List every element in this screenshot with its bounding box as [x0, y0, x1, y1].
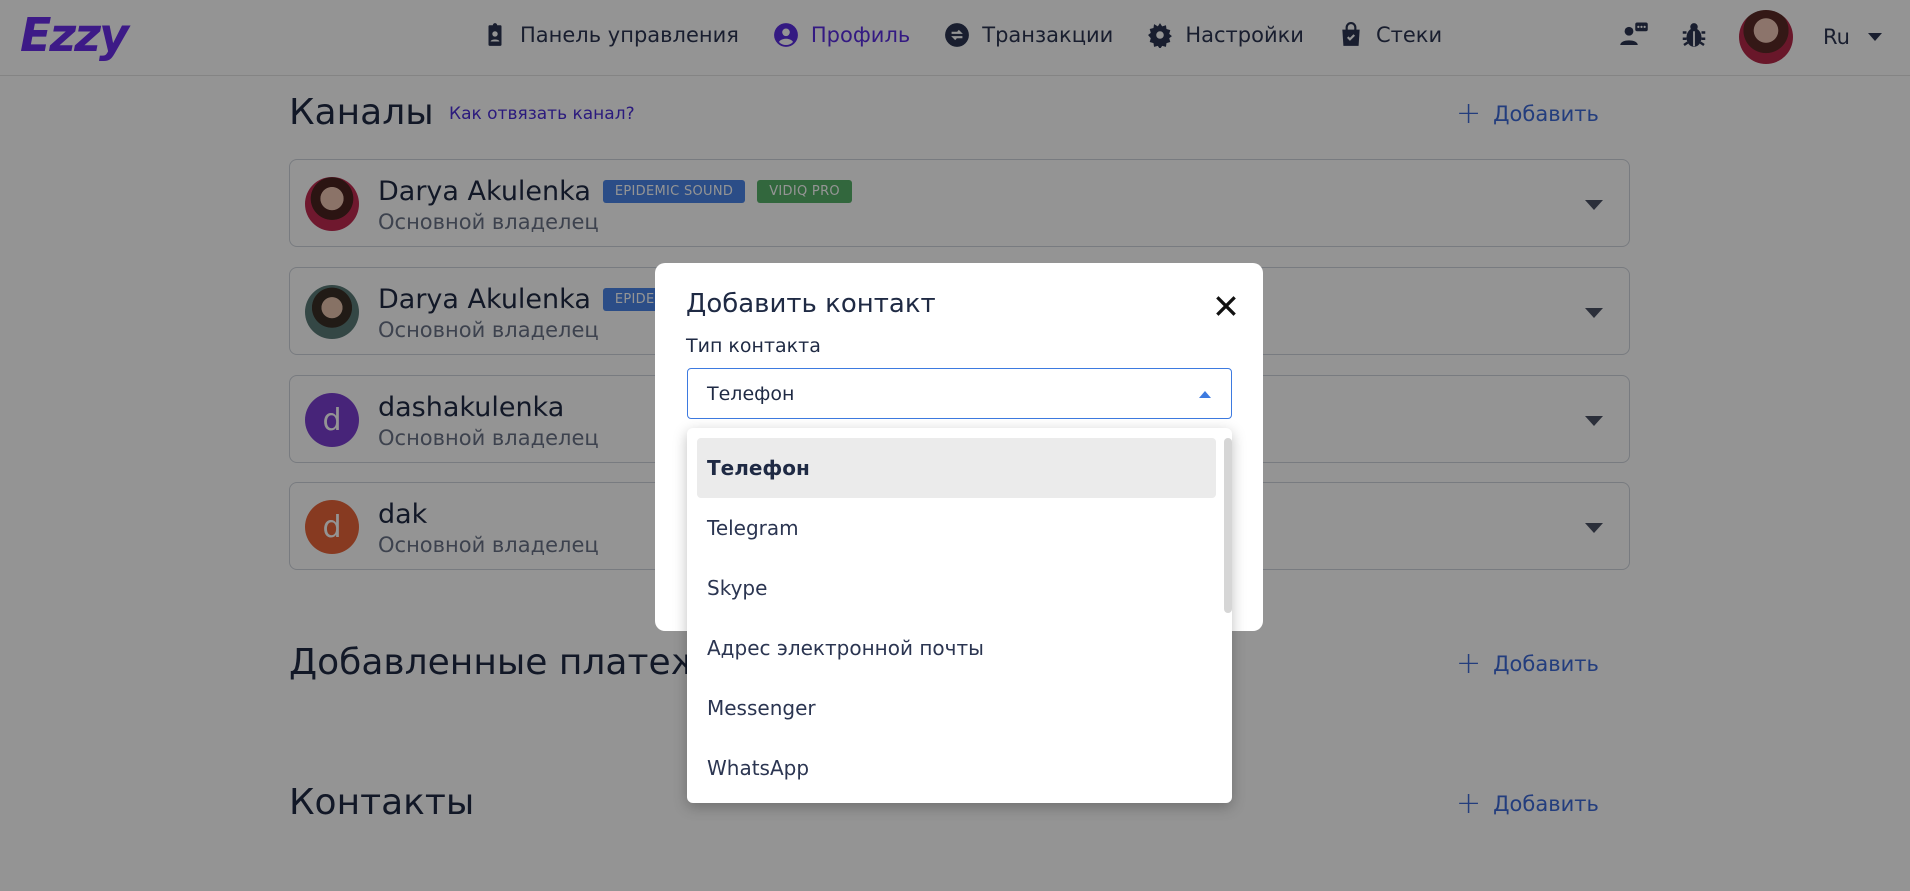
option-whatsapp[interactable]: WhatsApp [697, 738, 1216, 798]
option-telegram[interactable]: Telegram [697, 498, 1216, 558]
option-messenger[interactable]: Messenger [697, 678, 1216, 738]
option-email[interactable]: Адрес электронной почты [697, 618, 1216, 678]
contact-type-select[interactable]: Телефон [687, 368, 1232, 419]
contact-type-label: Тип контакта [686, 335, 821, 357]
close-icon[interactable] [1213, 293, 1239, 319]
dropdown-scrollbar[interactable] [1224, 438, 1232, 613]
option-skype[interactable]: Skype [697, 558, 1216, 618]
modal-title: Добавить контакт [686, 289, 936, 319]
option-phone[interactable]: Телефон [697, 438, 1216, 498]
chevron-up-icon [1199, 391, 1211, 398]
contact-type-dropdown: Телефон Telegram Skype Адрес электронной… [687, 428, 1232, 803]
contact-type-value: Телефон [707, 382, 795, 405]
